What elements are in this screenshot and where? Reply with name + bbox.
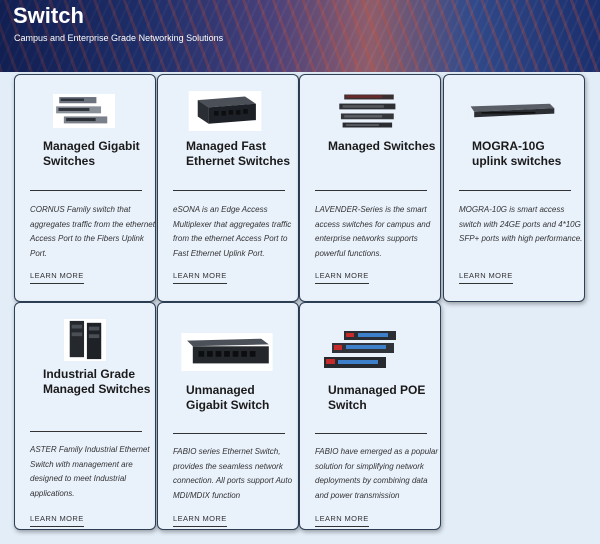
card-title: Unmanaged Gigabit Switch [186, 383, 270, 412]
card-description: LAVENDER-Series is the smart access swit… [315, 205, 431, 258]
learn-more-link[interactable]: LEARN MORE [173, 514, 227, 527]
learn-more-link[interactable]: LEARN MORE [30, 514, 84, 527]
poe-switches-icon [322, 329, 404, 371]
stacked-rack-switches-icon [336, 92, 402, 130]
rack-switch-icon [468, 101, 556, 119]
learn-more-link[interactable]: LEARN MORE [173, 271, 227, 284]
card-title: Managed Switches [328, 139, 436, 153]
unmanaged-switch-icon [181, 333, 273, 371]
product-card-mogra-10g[interactable]: MOGRA-10G uplink switches MOGRA-10G is s… [443, 74, 585, 302]
learn-more-link[interactable]: LEARN MORE [30, 271, 84, 284]
learn-more-link[interactable]: LEARN MORE [459, 271, 513, 284]
learn-more-link[interactable]: LEARN MORE [315, 514, 369, 527]
card-description: MOGRA-10G is smart access switch with 24… [459, 205, 583, 243]
divider [315, 190, 427, 191]
din-rail-switch-icon [64, 319, 106, 361]
card-description: eSONA is an Edge Access Multiplexer that… [173, 205, 292, 258]
card-title: MOGRA-10G uplink switches [472, 139, 562, 168]
product-card-unmanaged-gigabit[interactable]: Unmanaged Gigabit Switch FABIO series Et… [157, 302, 299, 530]
product-card-unmanaged-poe[interactable]: Unmanaged POE Switch FABIO have emerged … [299, 302, 441, 530]
product-card-managed-gigabit[interactable]: Managed Gigabit Switches CORNUS Family s… [14, 74, 156, 302]
card-title: Industrial Grade Managed Switches [43, 367, 151, 396]
divider [173, 190, 285, 191]
divider [173, 433, 285, 434]
card-description: ASTER Family Industrial Ethernet Switch … [30, 445, 150, 498]
card-description: FABIO series Ethernet Switch, provides t… [173, 447, 293, 500]
product-card-industrial[interactable]: Industrial Grade Managed Switches ASTER … [14, 302, 156, 530]
page-subtitle: Campus and Enterprise Grade Networking S… [14, 33, 224, 43]
divider [315, 433, 427, 434]
product-card-managed-fast-ethernet[interactable]: Managed Fast Ethernet Switches eSONA is … [157, 74, 299, 302]
page-title: Switch [13, 3, 84, 28]
desktop-switch-icon [188, 91, 262, 131]
divider [459, 190, 571, 191]
product-card-managed-switches[interactable]: Managed Switches LAVENDER-Series is the … [299, 74, 441, 302]
divider [30, 190, 142, 191]
stacked-gigabit-switches-icon [53, 93, 115, 129]
card-title: Managed Gigabit Switches [43, 139, 140, 168]
card-description: FABIO have emerged as a popular solution… [315, 447, 439, 500]
card-title: Managed Fast Ethernet Switches [186, 139, 291, 168]
card-description: CORNUS Family switch that aggregates tra… [30, 205, 155, 258]
learn-more-link[interactable]: LEARN MORE [315, 271, 369, 284]
hero-banner: Switch Campus and Enterprise Grade Netwo… [0, 0, 600, 72]
card-title: Unmanaged POE Switch [328, 383, 426, 412]
divider [30, 431, 142, 432]
